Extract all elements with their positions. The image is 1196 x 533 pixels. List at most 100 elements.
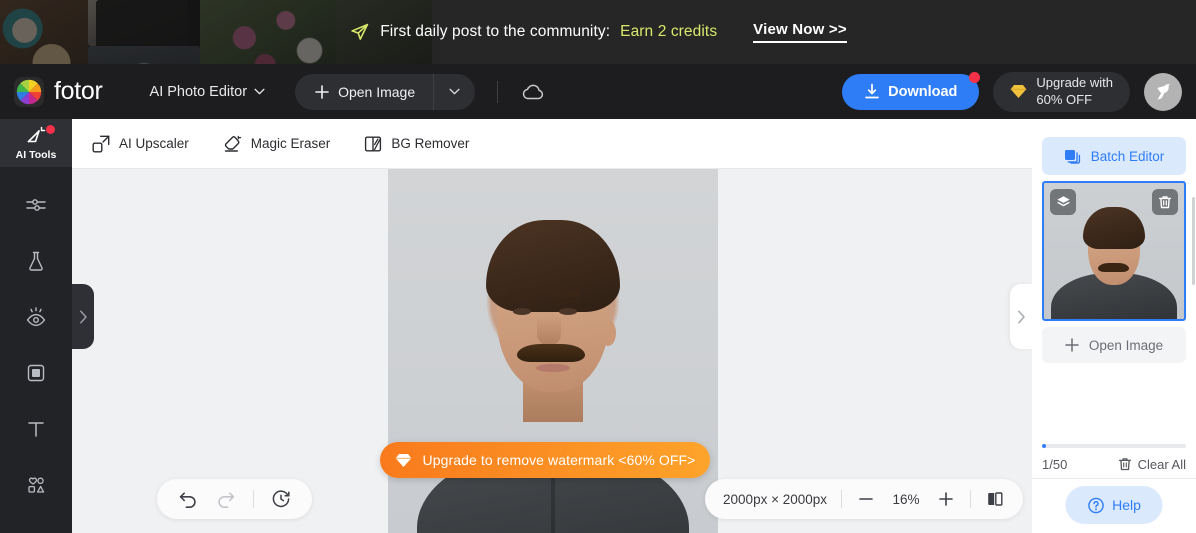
- help-label: Help: [1112, 497, 1141, 513]
- app-switcher-label: AI Photo Editor: [149, 83, 248, 100]
- question-circle-icon: [1087, 497, 1104, 513]
- plus-icon: [1065, 338, 1079, 352]
- panel-scrollbar[interactable]: [1192, 197, 1195, 285]
- photo-nose: [537, 316, 561, 346]
- header-divider: [497, 80, 499, 103]
- zoom-divider-1: [841, 490, 842, 508]
- left-tool-rail: AI Tools: [0, 119, 72, 533]
- remove-watermark-upgrade-button[interactable]: Upgrade to remove watermark <60% OFF>: [380, 442, 710, 478]
- zoom-out-button[interactable]: [856, 489, 876, 509]
- tool-ai-upscaler[interactable]: AI Upscaler: [92, 135, 189, 153]
- editor-canvas: Upgrade to remove watermark <60% OFF> 20…: [72, 169, 1032, 533]
- sidebar-item-text[interactable]: [0, 401, 72, 457]
- brand[interactable]: fotor: [14, 76, 103, 107]
- app-header: fotor AI Photo Editor Open Image Downloa…: [0, 64, 1196, 119]
- promo-message-text: First daily post to the community:: [380, 23, 611, 40]
- trash-icon: [1158, 195, 1172, 208]
- panel-divider: [1032, 478, 1196, 479]
- app-switcher[interactable]: AI Photo Editor: [150, 84, 266, 100]
- brand-name: fotor: [54, 77, 103, 105]
- zoom-divider-2: [970, 490, 971, 508]
- upgrade-text: Upgrade with 60% OFF: [1036, 75, 1113, 108]
- thumbnail-item[interactable]: [1042, 181, 1186, 321]
- clear-all-label: Clear All: [1137, 457, 1186, 472]
- sidebar-item-elements[interactable]: [0, 457, 72, 513]
- download-button[interactable]: Download: [842, 71, 981, 110]
- promo-content: First daily post to the community: Earn …: [0, 0, 1196, 64]
- promo-message: First daily post to the community: Earn …: [349, 22, 717, 43]
- undo-button[interactable]: [177, 488, 199, 510]
- clear-all-button[interactable]: Clear All: [1118, 457, 1186, 472]
- header-actions: Download Upgrade with 60% OFF: [842, 71, 1182, 112]
- panel-footer-row: 1/50 Clear All: [1042, 457, 1186, 472]
- zoom-in-button[interactable]: [936, 489, 956, 509]
- history-toolbar: [157, 479, 312, 519]
- cloud-icon: [522, 84, 544, 99]
- sidebar-item-upload[interactable]: [0, 513, 72, 533]
- thumbnail-mustache: [1098, 263, 1129, 272]
- bg-remove-icon: [365, 136, 382, 152]
- left-panel-expand-handle[interactable]: [72, 284, 94, 349]
- sidebar-item-frame[interactable]: [0, 345, 72, 401]
- promo-view-now-link[interactable]: View Now >>: [753, 21, 847, 43]
- sidebar-item-ai-tools[interactable]: AI Tools: [0, 119, 72, 167]
- redo-icon: [218, 492, 235, 508]
- open-image-button[interactable]: Open Image: [295, 73, 434, 110]
- remove-watermark-label: Upgrade to remove watermark <60% OFF>: [422, 452, 696, 468]
- download-icon: [865, 83, 879, 99]
- plus-icon: [315, 84, 329, 99]
- zoom-toolbar: 2000px × 2000px 16%: [705, 479, 1023, 519]
- history-divider: [253, 490, 254, 508]
- undo-icon: [179, 492, 196, 508]
- panel-open-image-button[interactable]: Open Image: [1042, 327, 1186, 363]
- rail-spacer: [0, 167, 72, 177]
- sidebar-item-ai-lab[interactable]: [0, 233, 72, 289]
- help-button[interactable]: Help: [1065, 486, 1163, 524]
- tool-magic-eraser[interactable]: Magic Eraser: [223, 135, 331, 153]
- photo-eye-right: [559, 308, 577, 315]
- download-notification-badge: [969, 71, 981, 83]
- thumbnail-layers-button[interactable]: [1050, 189, 1076, 215]
- upgrade-button[interactable]: Upgrade with 60% OFF: [993, 71, 1130, 112]
- canvas-dimensions: 2000px × 2000px: [723, 491, 827, 507]
- photo-mustache: [517, 344, 585, 362]
- ai-tools-badge: [46, 125, 55, 134]
- batch-progress-fill: [1042, 444, 1046, 448]
- panel-open-image-label: Open Image: [1088, 337, 1164, 353]
- open-image-group: Open Image: [295, 73, 476, 110]
- layers-icon: [1064, 149, 1080, 164]
- sliders-icon: [26, 199, 46, 211]
- upscale-icon: [92, 135, 110, 153]
- right-panel-collapse-handle[interactable]: [1010, 284, 1032, 349]
- redo-button[interactable]: [215, 488, 237, 510]
- thumbnail-hair: [1083, 207, 1145, 249]
- tool-label: AI Upscaler: [119, 136, 189, 151]
- eye-icon: [26, 307, 46, 327]
- elements-icon: [28, 477, 45, 493]
- chevron-right-icon: [79, 310, 87, 323]
- sidebar-item-retouch[interactable]: [0, 289, 72, 345]
- fotor-ai-photo-editor-window: First daily post to the community: Earn …: [0, 0, 1196, 533]
- send-icon: [351, 23, 369, 40]
- tool-label: BG Remover: [391, 136, 470, 151]
- quick-tools-bar: AI Upscaler Magic Eraser BG Remover: [72, 119, 1032, 169]
- sidebar-item-adjust[interactable]: [0, 177, 72, 233]
- batch-panel: Batch Editor Open Image 1/50 Clear All H…: [1032, 119, 1196, 533]
- photo-eye-left: [513, 308, 531, 315]
- open-image-label: Open Image: [338, 83, 416, 100]
- cloud-save-button[interactable]: [520, 79, 546, 105]
- tool-label: Magic Eraser: [250, 136, 331, 151]
- photo-eyebrow-right: [550, 289, 582, 298]
- compare-split-icon: [988, 492, 1003, 506]
- batch-editor-button[interactable]: Batch Editor: [1042, 137, 1186, 175]
- thumbnail-delete-button[interactable]: [1152, 189, 1178, 215]
- open-image-dropdown-button[interactable]: [433, 73, 476, 110]
- reset-history-button[interactable]: [270, 488, 292, 510]
- compare-view-button[interactable]: [985, 489, 1005, 509]
- canvas-photo[interactable]: [388, 169, 718, 533]
- avatar[interactable]: [1144, 72, 1182, 111]
- tool-bg-remover[interactable]: BG Remover: [364, 135, 469, 153]
- diamond-icon: [1011, 85, 1027, 98]
- chevron-down-icon: [449, 88, 460, 95]
- zoom-level: 16%: [892, 491, 920, 507]
